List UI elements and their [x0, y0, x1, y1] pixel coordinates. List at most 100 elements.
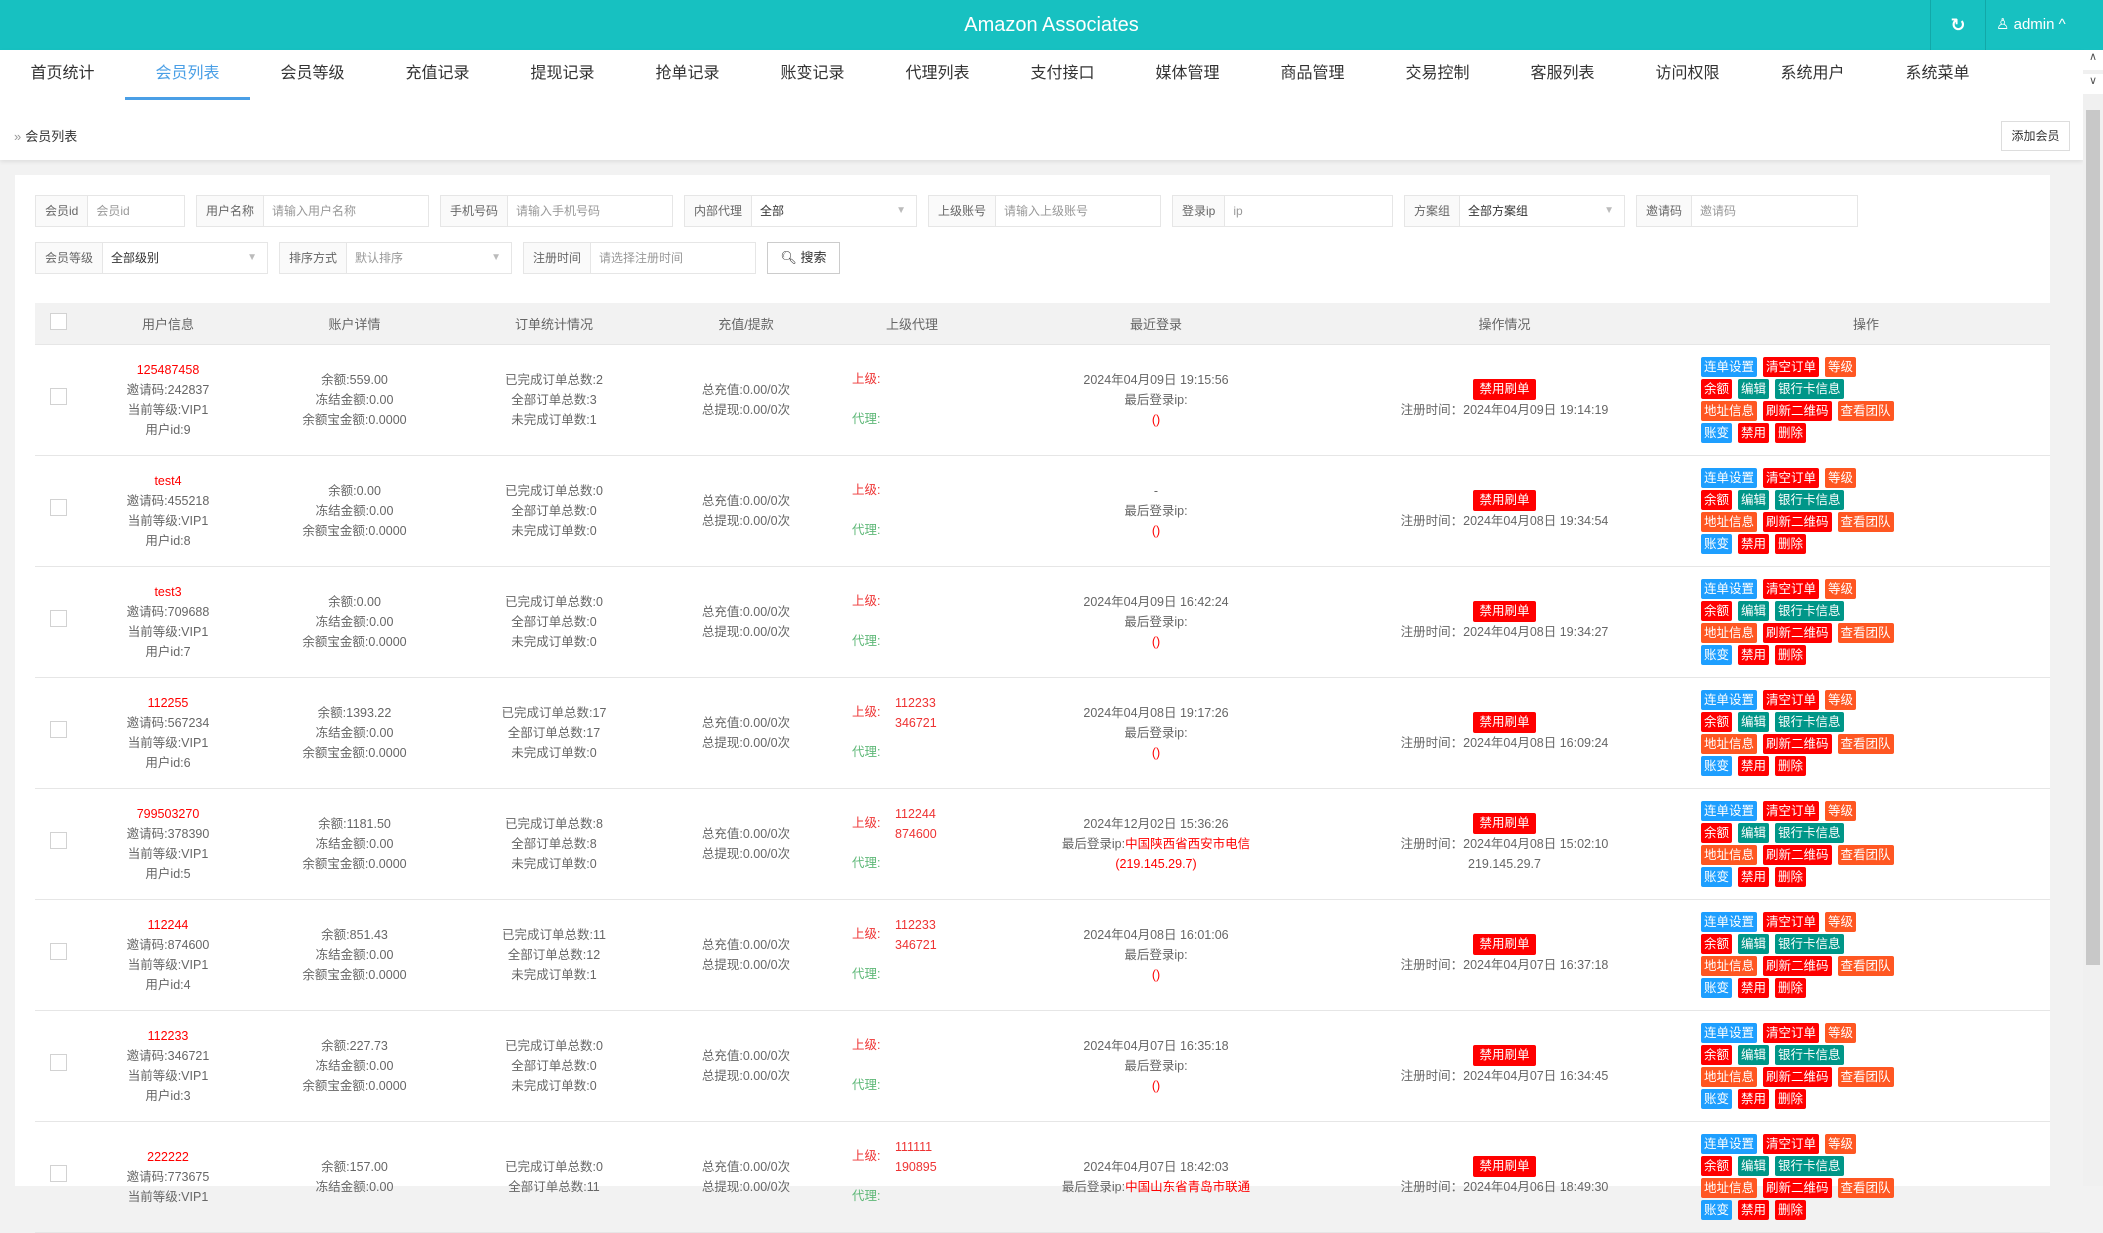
action-button[interactable]: 连单设置: [1701, 1133, 1758, 1154]
row-checkbox[interactable]: [50, 610, 67, 627]
action-button[interactable]: 禁用: [1738, 755, 1770, 776]
action-button[interactable]: 清空订单: [1763, 1022, 1820, 1043]
action-button[interactable]: 清空订单: [1763, 578, 1820, 599]
disable-orders-button[interactable]: 禁用刷单: [1473, 813, 1536, 834]
action-button[interactable]: 禁用: [1738, 644, 1770, 665]
action-button[interactable]: 刷新二维码: [1763, 400, 1832, 421]
phone-input[interactable]: 请输入手机号码: [508, 196, 672, 226]
row-checkbox[interactable]: [50, 388, 67, 405]
action-button[interactable]: 余额: [1701, 489, 1733, 510]
add-member-button[interactable]: 添加会员: [2001, 121, 2070, 151]
action-button[interactable]: 编辑: [1738, 822, 1770, 843]
action-button[interactable]: 禁用: [1738, 977, 1770, 998]
action-button[interactable]: 清空订单: [1763, 800, 1820, 821]
scrollbar-thumb[interactable]: [2086, 110, 2100, 965]
tab-12[interactable]: 客服列表: [1500, 50, 1625, 98]
tab-0[interactable]: 首页统计: [0, 50, 125, 98]
action-button[interactable]: 刷新二维码: [1763, 955, 1832, 976]
reg-time-input[interactable]: 请选择注册时间: [591, 243, 755, 273]
action-button[interactable]: 银行卡信息: [1775, 711, 1844, 732]
user-menu[interactable]: ♙ admin ^: [1996, 0, 2066, 50]
action-button[interactable]: 刷新二维码: [1763, 733, 1832, 754]
action-button[interactable]: 账变: [1701, 644, 1733, 665]
action-button[interactable]: 查看团队: [1837, 844, 1894, 865]
action-button[interactable]: 账变: [1701, 866, 1733, 887]
action-button[interactable]: 连单设置: [1701, 467, 1758, 488]
action-button[interactable]: 刷新二维码: [1763, 622, 1832, 643]
row-checkbox[interactable]: [50, 1054, 67, 1071]
disable-orders-button[interactable]: 禁用刷单: [1473, 934, 1536, 955]
action-button[interactable]: 账变: [1701, 755, 1733, 776]
action-button[interactable]: 编辑: [1738, 600, 1770, 621]
parent-id[interactable]: 112233: [895, 915, 937, 935]
action-button[interactable]: 删除: [1775, 533, 1807, 554]
action-button[interactable]: 清空订单: [1763, 356, 1820, 377]
member-id-input[interactable]: 会员id: [88, 196, 184, 226]
action-button[interactable]: 禁用: [1738, 1088, 1770, 1109]
action-button[interactable]: 等级: [1825, 689, 1857, 710]
scrollbar[interactable]: ∧ ∨: [2083, 50, 2103, 1186]
action-button[interactable]: 银行卡信息: [1775, 1044, 1844, 1065]
action-button[interactable]: 地址信息: [1701, 1177, 1758, 1198]
action-button[interactable]: 地址信息: [1701, 400, 1758, 421]
action-button[interactable]: 编辑: [1738, 933, 1770, 954]
action-button[interactable]: 银行卡信息: [1775, 378, 1844, 399]
disable-orders-button[interactable]: 禁用刷单: [1473, 601, 1536, 622]
action-button[interactable]: 刷新二维码: [1763, 1066, 1832, 1087]
action-button[interactable]: 余额: [1701, 600, 1733, 621]
action-button[interactable]: 银行卡信息: [1775, 933, 1844, 954]
action-button[interactable]: 禁用: [1738, 1199, 1770, 1220]
scroll-down-icon[interactable]: ∨: [2083, 74, 2103, 94]
tab-8[interactable]: 支付接口: [1000, 50, 1125, 98]
action-button[interactable]: 查看团队: [1837, 1177, 1894, 1198]
action-button[interactable]: 查看团队: [1837, 622, 1894, 643]
action-button[interactable]: 账变: [1701, 1199, 1733, 1220]
row-checkbox[interactable]: [50, 721, 67, 738]
tab-2[interactable]: 会员等级: [250, 50, 375, 98]
parent-account-input[interactable]: 请输入上级账号: [996, 196, 1160, 226]
disable-orders-button[interactable]: 禁用刷单: [1473, 712, 1536, 733]
action-button[interactable]: 编辑: [1738, 1044, 1770, 1065]
action-button[interactable]: 删除: [1775, 1199, 1807, 1220]
action-button[interactable]: 查看团队: [1837, 1066, 1894, 1087]
tab-9[interactable]: 媒体管理: [1125, 50, 1250, 98]
action-button[interactable]: 禁用: [1738, 533, 1770, 554]
tab-14[interactable]: 系统用户: [1750, 50, 1875, 98]
action-button[interactable]: 地址信息: [1701, 844, 1758, 865]
action-button[interactable]: 清空订单: [1763, 467, 1820, 488]
action-button[interactable]: 余额: [1701, 1155, 1733, 1176]
row-checkbox[interactable]: [50, 943, 67, 960]
action-button[interactable]: 删除: [1775, 755, 1807, 776]
disable-orders-button[interactable]: 禁用刷单: [1473, 1045, 1536, 1066]
action-button[interactable]: 账变: [1701, 422, 1733, 443]
action-button[interactable]: 地址信息: [1701, 622, 1758, 643]
parent-id[interactable]: 190895: [895, 1157, 937, 1177]
action-button[interactable]: 删除: [1775, 977, 1807, 998]
sort-select[interactable]: 默认排序 ▼: [347, 243, 511, 273]
parent-id[interactable]: 112233: [895, 693, 937, 713]
parent-id[interactable]: 346721: [895, 713, 937, 733]
parent-id[interactable]: 112244: [895, 804, 937, 824]
action-button[interactable]: 连单设置: [1701, 356, 1758, 377]
tab-1[interactable]: 会员列表: [125, 50, 250, 100]
action-button[interactable]: 刷新二维码: [1763, 511, 1832, 532]
action-button[interactable]: 等级: [1825, 1022, 1857, 1043]
action-button[interactable]: 查看团队: [1837, 955, 1894, 976]
tab-11[interactable]: 交易控制: [1375, 50, 1500, 98]
action-button[interactable]: 等级: [1825, 1133, 1857, 1154]
search-button[interactable]: 🔍︎ 搜索: [767, 242, 840, 274]
action-button[interactable]: 银行卡信息: [1775, 489, 1844, 510]
tab-15[interactable]: 系统菜单: [1875, 50, 2000, 98]
tab-5[interactable]: 抢单记录: [625, 50, 750, 98]
row-checkbox[interactable]: [50, 1165, 67, 1182]
action-button[interactable]: 余额: [1701, 933, 1733, 954]
action-button[interactable]: 删除: [1775, 422, 1807, 443]
tab-10[interactable]: 商品管理: [1250, 50, 1375, 98]
action-button[interactable]: 查看团队: [1837, 733, 1894, 754]
action-button[interactable]: 连单设置: [1701, 800, 1758, 821]
action-button[interactable]: 删除: [1775, 1088, 1807, 1109]
action-button[interactable]: 地址信息: [1701, 733, 1758, 754]
action-button[interactable]: 等级: [1825, 911, 1857, 932]
row-checkbox[interactable]: [50, 832, 67, 849]
action-button[interactable]: 地址信息: [1701, 955, 1758, 976]
